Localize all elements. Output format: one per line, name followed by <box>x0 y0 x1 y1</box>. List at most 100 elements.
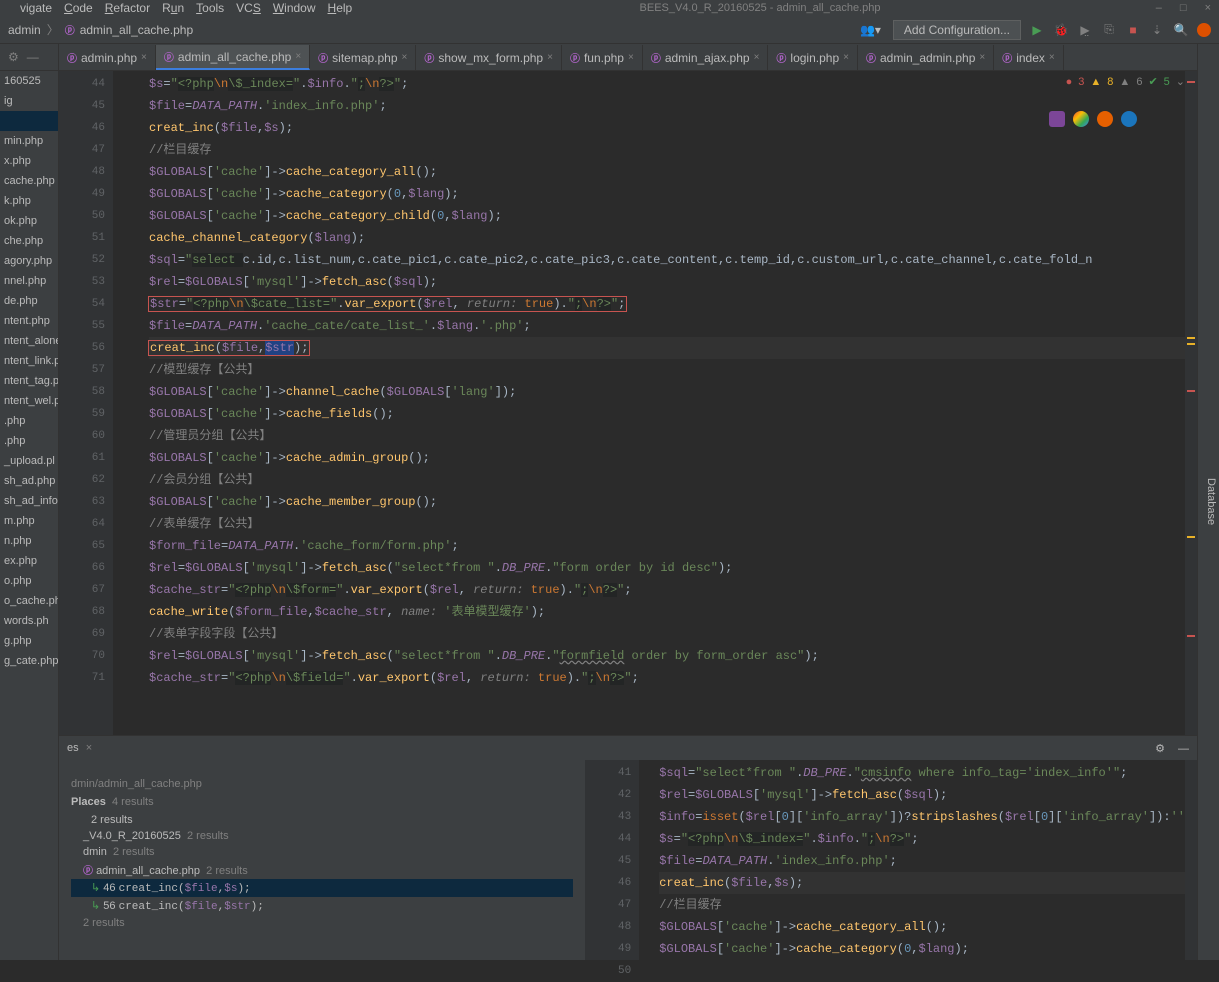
vcs-update-icon[interactable]: ⇣ <box>1149 22 1165 38</box>
editor-tab[interactable]: ⓟadmin_ajax.php× <box>643 45 769 70</box>
sidebar-item[interactable]: nnel.php <box>0 271 58 291</box>
sidebar-item[interactable]: g.php <box>0 631 58 651</box>
error-stripe[interactable] <box>1185 71 1197 735</box>
menu-vcs[interactable]: VCS <box>230 1 267 15</box>
sidebar-item[interactable]: sh_ad_info. <box>0 491 58 511</box>
ide-update-icon[interactable] <box>1197 23 1211 37</box>
sidebar-item[interactable]: ig <box>0 91 58 111</box>
sidebar-item[interactable]: de.php <box>0 291 58 311</box>
editor-tabs: ⓟadmin.php×ⓟadmin_all_cache.php×ⓟsitemap… <box>59 44 1197 71</box>
sidebar-item[interactable]: cache.php <box>0 171 58 191</box>
editor-tab[interactable]: ⓟlogin.php× <box>768 45 858 70</box>
sidebar-item[interactable]: ntent_wel.p <box>0 391 58 411</box>
menu-code[interactable]: Code <box>58 1 99 15</box>
editor-tab[interactable]: ⓟadmin_admin.php× <box>858 45 994 70</box>
right-tool-stripe[interactable]: Database <box>1197 44 1219 960</box>
sidebar-item[interactable]: .php <box>0 411 58 431</box>
sidebar-item[interactable]: ok.php <box>0 211 58 231</box>
usage-hit[interactable]: ↳ 46 creat_inc($file,$s); <box>71 879 573 897</box>
add-configuration-button[interactable]: Add Configuration... <box>893 20 1021 40</box>
sidebar-item[interactable]: ntent_link.p <box>0 351 58 371</box>
run-icon[interactable]: ▶ <box>1029 22 1045 38</box>
sidebar-item[interactable]: agory.php <box>0 251 58 271</box>
sidebar-item[interactable]: o_cache.ph <box>0 591 58 611</box>
sidebar-item[interactable]: ntent_tag.p <box>0 371 58 391</box>
chevron-down-icon[interactable]: ⌄ <box>1176 75 1185 88</box>
close-tab-icon[interactable]: × <box>86 742 92 754</box>
edge-icon[interactable] <box>1121 111 1137 127</box>
sidebar-project-root[interactable]: 160525 <box>0 71 58 91</box>
menu-refactor[interactable]: Refactor <box>99 1 156 15</box>
sidebar-item[interactable]: min.php <box>0 131 58 151</box>
close-icon[interactable]: × <box>1049 52 1055 63</box>
code-content[interactable]: $s="<?php\n\$_index=".$info.";\n?>"; $fi… <box>113 71 1185 735</box>
sidebar-item[interactable]: words.ph <box>0 611 58 631</box>
editor-area: ⓟadmin.php×ⓟadmin_all_cache.php×ⓟsitemap… <box>59 44 1197 960</box>
breadcrumb[interactable]: admin 〉 ⓟadmin_all_cache.php <box>8 21 193 38</box>
close-icon[interactable]: × <box>843 52 849 63</box>
menu-tools[interactable]: Tools <box>190 1 230 15</box>
users-icon[interactable]: 👥▾ <box>860 23 881 37</box>
gear-icon[interactable]: ⚙ <box>1155 743 1165 755</box>
sidebar-item[interactable]: .php <box>0 431 58 451</box>
collapse-icon[interactable]: — <box>27 50 39 64</box>
sidebar-item[interactable]: m.php <box>0 511 58 531</box>
stop-icon[interactable]: ■ <box>1125 22 1141 38</box>
firefox-icon[interactable] <box>1097 111 1113 127</box>
preview-code[interactable]: $sql="select*from ".DB_PRE."cmsinfo wher… <box>639 760 1185 960</box>
sidebar-item[interactable]: x.php <box>0 151 58 171</box>
search-icon[interactable]: 🔍 <box>1173 22 1189 38</box>
sidebar-item[interactable]: ntent.php <box>0 311 58 331</box>
close-icon[interactable]: × <box>141 52 147 63</box>
error-indicator-icon: ● <box>1066 76 1073 88</box>
close-icon[interactable]: × <box>402 52 408 63</box>
usage-hit[interactable]: ↳ 56 creat_inc($file,$str); <box>71 897 573 915</box>
usage-preview[interactable]: 41424344454647484950 $sql="select*from "… <box>585 760 1197 960</box>
tree-node: 2 results <box>71 812 573 828</box>
debug-icon[interactable]: 🐞 <box>1053 22 1069 38</box>
gear-icon[interactable]: ⚙ <box>8 50 19 64</box>
editor-tab[interactable]: ⓟsitemap.php× <box>310 45 416 70</box>
sidebar-item[interactable]: ntent_alone <box>0 331 58 351</box>
php-icon: ⓟ <box>318 50 328 65</box>
menu-navigate[interactable]: vigate <box>14 1 58 15</box>
editor-tab[interactable]: ⓟshow_mx_form.php× <box>416 45 562 70</box>
menu-help[interactable]: Help <box>322 1 359 15</box>
editor-tab[interactable]: ⓟfun.php× <box>562 45 643 70</box>
sidebar-item[interactable] <box>0 111 58 131</box>
attach-icon[interactable]: ⎘ <box>1101 22 1117 38</box>
editor-tab[interactable]: ⓟadmin.php× <box>59 45 156 70</box>
editor-tab[interactable]: ⓟadmin_all_cache.php× <box>156 45 310 70</box>
usages-tree[interactable]: dmin/admin_all_cache.php Places 4 result… <box>59 760 585 960</box>
menu-window[interactable]: Window <box>267 1 322 15</box>
sidebar-item[interactable]: _upload.pl <box>0 451 58 471</box>
run-with-coverage-icon[interactable]: ▶̤ <box>1077 22 1093 38</box>
menu-run[interactable]: Run <box>156 1 190 15</box>
window-title: BEES_V4.0_R_20160525 - admin_all_cache.p… <box>364 2 1156 14</box>
sidebar-item[interactable]: n.php <box>0 531 58 551</box>
sidebar-item[interactable]: g_cate.php <box>0 651 58 671</box>
close-icon[interactable]: × <box>547 52 553 63</box>
editor-tab[interactable]: ⓟindex× <box>994 45 1064 70</box>
hide-icon[interactable]: — <box>1178 743 1189 755</box>
sidebar-item[interactable]: sh_ad.php <box>0 471 58 491</box>
database-tool-button[interactable]: Database <box>1205 478 1217 525</box>
sidebar-item[interactable]: k.php <box>0 191 58 211</box>
close-icon[interactable]: × <box>295 51 301 62</box>
chrome-icon[interactable] <box>1073 111 1089 127</box>
close-icon[interactable]: × <box>754 52 760 63</box>
project-tool-window[interactable]: ⚙ — 160525ig min.phpx.phpcache.phpk.phpok… <box>0 44 59 960</box>
minimize-button[interactable]: – <box>1156 2 1162 14</box>
maximize-button[interactable]: □ <box>1180 2 1187 14</box>
close-icon[interactable]: × <box>979 52 985 63</box>
phpstorm-icon[interactable] <box>1049 111 1065 127</box>
inspection-widget[interactable]: ●3 ▲8 ▲6 ✔5 ⌄ <box>1066 75 1185 88</box>
preview-error-stripe[interactable] <box>1185 760 1197 960</box>
sidebar-item[interactable]: o.php <box>0 571 58 591</box>
close-button[interactable]: × <box>1205 2 1211 14</box>
find-usages-panel[interactable]: es × ⚙ — dmin/admin_all_cache.php Places… <box>59 735 1197 960</box>
editor-main[interactable]: 4445464748495051525354555657585960616263… <box>59 71 1197 735</box>
sidebar-item[interactable]: che.php <box>0 231 58 251</box>
sidebar-item[interactable]: ex.php <box>0 551 58 571</box>
close-icon[interactable]: × <box>628 52 634 63</box>
